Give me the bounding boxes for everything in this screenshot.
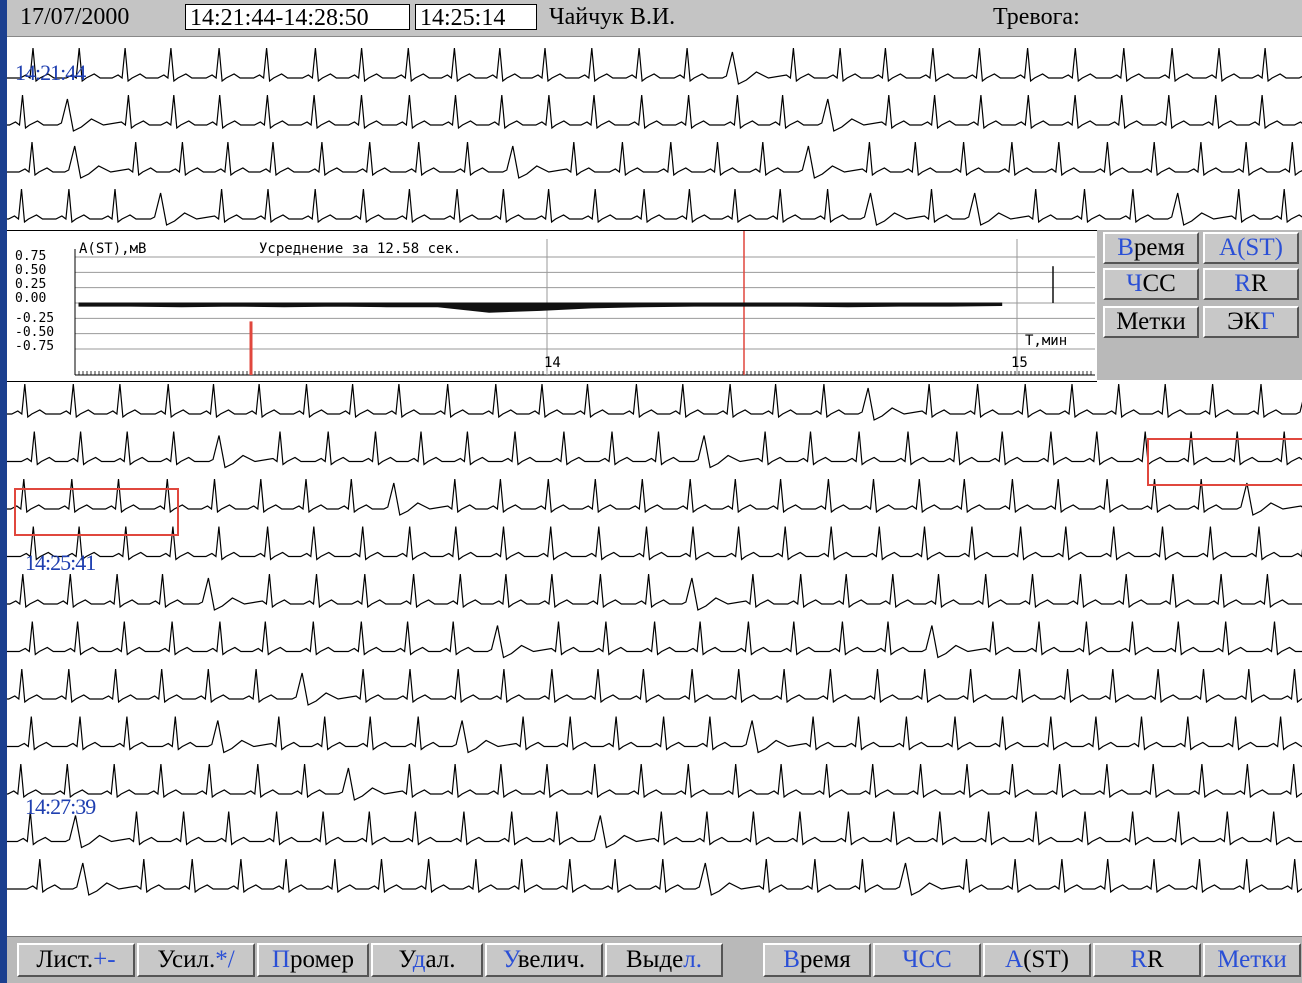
marks-tab-button[interactable]: Метки bbox=[1203, 943, 1301, 977]
ecg-trace-line bbox=[7, 383, 1302, 421]
alarm-label: Тревога: bbox=[993, 4, 1080, 30]
ecg-trace-line bbox=[7, 811, 1302, 849]
x-unit-label: Т,мин bbox=[1025, 333, 1068, 349]
holter-viewer-window: 17/07/2000 14:21:44-14:28:50 14:25:14 Ча… bbox=[7, 0, 1302, 983]
date-label: 17/07/2000 bbox=[20, 4, 130, 30]
patient-name: Чайчук В.И. bbox=[549, 4, 676, 30]
st-trend-band bbox=[78, 302, 1003, 313]
time-label-lower: 14:27:39 bbox=[25, 794, 96, 819]
measure-button[interactable]: Промер bbox=[257, 943, 369, 977]
y-tick-label: -0.50 bbox=[15, 325, 55, 340]
ecg-strip-bottom[interactable]: 14:25:41 14:27:39 bbox=[7, 382, 1302, 930]
ecg-trace-line bbox=[7, 94, 1302, 132]
ecg-trace-line bbox=[7, 526, 1302, 561]
ecg-traces-top bbox=[7, 47, 1302, 226]
ecg-view-button[interactable]: ЭКГ bbox=[1203, 306, 1299, 338]
view-mode-panel: Время A(ST) ЧСС RR Метки ЭКГ bbox=[1097, 230, 1302, 380]
header-bar: 17/07/2000 14:21:44-14:28:50 14:25:14 Ча… bbox=[7, 0, 1302, 37]
selection-box-left[interactable] bbox=[14, 488, 179, 536]
st-trend-panel[interactable]: A(ST),мВ Усреднение за 12.58 сек. 0.75 0… bbox=[7, 230, 1097, 382]
y-tick-label: -0.25 bbox=[15, 311, 55, 326]
ecg-strip-top[interactable]: 14:21:44 bbox=[7, 38, 1302, 230]
time-label-start: 14:21:44 bbox=[15, 60, 86, 85]
st-view-button[interactable]: A(ST) bbox=[1203, 232, 1299, 264]
x-tick-label: 14 bbox=[544, 355, 561, 371]
y-tick-label: 0.75 bbox=[15, 249, 47, 264]
y-tick-label: 0.00 bbox=[15, 291, 47, 306]
hr-view-button[interactable]: ЧСС bbox=[1103, 268, 1199, 300]
trend-ylabel: A(ST),мВ bbox=[79, 241, 147, 257]
x-tick-label: 15 bbox=[1011, 355, 1028, 371]
ecg-trace-line bbox=[7, 668, 1302, 706]
time-label-mid: 14:25:41 bbox=[25, 550, 96, 575]
ecg-trace-line bbox=[7, 431, 1302, 469]
delete-button[interactable]: Удал. bbox=[371, 943, 483, 977]
zoom-button[interactable]: Увелич. bbox=[485, 943, 603, 977]
y-tick-label: 0.50 bbox=[15, 263, 47, 278]
rr-tab-button[interactable]: RR bbox=[1093, 943, 1201, 977]
time-view-button[interactable]: Время bbox=[1103, 232, 1199, 264]
interval-field[interactable]: 14:21:44-14:28:50 bbox=[185, 4, 410, 31]
ecg-trace-line bbox=[7, 716, 1302, 754]
hr-tab-button[interactable]: ЧСС bbox=[873, 943, 981, 977]
ecg-traces-bottom bbox=[7, 383, 1302, 896]
ecg-trace-line bbox=[7, 573, 1302, 611]
y-tick-label: -0.75 bbox=[15, 339, 55, 354]
ecg-trace-line bbox=[7, 478, 1302, 516]
ecg-trace-line bbox=[7, 47, 1302, 85]
rr-view-button[interactable]: RR bbox=[1203, 268, 1299, 300]
ecg-trace-line bbox=[7, 858, 1302, 896]
time-tab-button[interactable]: Время bbox=[763, 943, 871, 977]
trend-averaging-label: Усреднение за 12.58 сек. bbox=[259, 241, 462, 257]
ecg-trace-line bbox=[7, 188, 1302, 226]
select-button[interactable]: Выдел. bbox=[605, 943, 723, 977]
bottom-toolbar: Лист.+- Усил.*/ Промер Удал. Увелич. Выд… bbox=[7, 936, 1302, 983]
gain-button[interactable]: Усил.*/ bbox=[137, 943, 255, 977]
ecg-trace-line bbox=[7, 763, 1302, 801]
y-tick-label: 0.25 bbox=[15, 277, 47, 292]
ecg-trace-line bbox=[7, 621, 1302, 659]
page-button[interactable]: Лист.+- bbox=[17, 943, 135, 977]
selection-box-right[interactable] bbox=[1147, 438, 1302, 486]
marks-view-button[interactable]: Метки bbox=[1103, 306, 1199, 338]
ecg-trace-line bbox=[7, 141, 1302, 179]
current-time-field[interactable]: 14:25:14 bbox=[415, 4, 537, 31]
st-tab-button[interactable]: A(ST) bbox=[983, 943, 1091, 977]
